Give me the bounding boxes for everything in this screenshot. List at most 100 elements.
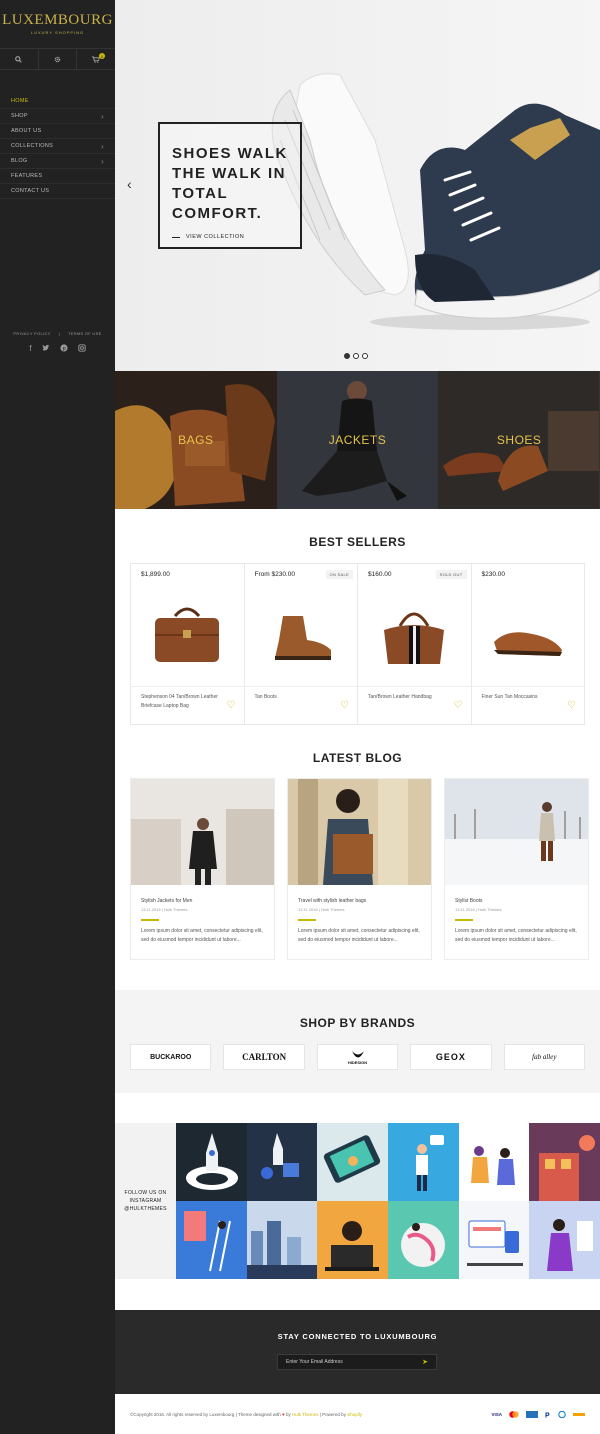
instagram-tile[interactable] — [246, 1201, 318, 1279]
instagram-tile[interactable] — [387, 1201, 459, 1279]
meta-separator: | — [318, 907, 320, 912]
chevron-right-icon: › — [101, 156, 104, 166]
wishlist-heart-icon[interactable]: ♡ — [454, 700, 463, 711]
brand-logo-buckaroo[interactable]: BUCKAROO — [130, 1044, 212, 1070]
wishlist-heart-icon[interactable]: ♡ — [567, 700, 576, 711]
brand-name: BUCKAROO — [150, 1053, 192, 1061]
blog-divider — [141, 919, 159, 921]
brands-section — [115, 990, 600, 1093]
slider-dot-2[interactable] — [353, 353, 359, 359]
blog-image[interactable] — [131, 779, 274, 885]
instagram-tile[interactable] — [529, 1123, 600, 1201]
brand-logo-fab-alley[interactable]: fab alley — [503, 1044, 586, 1070]
instagram-tile[interactable] — [176, 1123, 247, 1201]
brand-name: CARLTON — [242, 1052, 287, 1062]
product-card[interactable]: $230.00 Finer Sun Tan Moccasins ♡ — [471, 564, 585, 724]
instagram-tile[interactable] — [246, 1123, 318, 1201]
view-collection-link[interactable]: VIEW COLLECTION — [172, 234, 288, 240]
category-bags[interactable]: BAGS — [115, 371, 277, 509]
privacy-policy-link[interactable]: PRIVACY POLICY — [13, 331, 50, 336]
instagram-tile[interactable] — [387, 1123, 459, 1201]
terms-of-use-link[interactable]: TERMS OF USE — [68, 331, 102, 336]
hero-prev-arrow[interactable]: ‹ — [127, 176, 132, 192]
blog-meta: 13.11.2016 | Hulk Themes — [455, 907, 588, 912]
platform-link[interactable]: Shopify — [347, 1412, 362, 1417]
nav-item-collections[interactable]: COLLECTIONS › — [0, 139, 115, 154]
rocket-illustration — [186, 1133, 238, 1190]
product-image[interactable] — [472, 584, 585, 684]
blog-title[interactable]: Stylist Boots — [455, 898, 588, 904]
blog-image[interactable] — [445, 779, 588, 885]
person-illustration — [415, 1135, 444, 1191]
facebook-icon[interactable]: f — [29, 344, 31, 353]
blog-meta: 13.11.2016 | Hulk Themes — [141, 907, 274, 912]
cart-count-badge: 0 — [99, 53, 106, 59]
nav-item-shop[interactable]: SHOP › — [0, 109, 115, 124]
brand-logo-hidesign[interactable]: HIDESIGN — [316, 1044, 399, 1070]
product-image[interactable] — [245, 584, 358, 684]
wishlist-heart-icon[interactable]: ♡ — [340, 700, 349, 711]
designed-prefix: Theme designed with — [237, 1411, 281, 1417]
slider-dot-1[interactable] — [344, 353, 350, 359]
instagram-tile[interactable] — [529, 1201, 600, 1279]
cart-button[interactable]: 0 — [77, 49, 115, 69]
send-icon[interactable]: ➤ — [422, 1358, 428, 1366]
sidebar: LUXEMBOURG LUXURY SHOPPING 0 HOME SHOP › … — [0, 0, 115, 1434]
category-label: JACKETS — [328, 433, 387, 447]
product-image[interactable] — [131, 584, 244, 684]
category-shoes[interactable]: SHOES — [438, 371, 600, 509]
blog-title[interactable]: Stylish Jackets for Men — [141, 898, 274, 904]
settings-button[interactable] — [39, 49, 78, 69]
product-card[interactable]: $1,899.00 Stephenson 04 Tan/Brown Leathe… — [131, 564, 245, 724]
people-illustration — [470, 1146, 515, 1185]
logo-name: LUXEMBOURG — [2, 12, 113, 28]
nav-item-blog[interactable]: BLOG › — [0, 154, 115, 169]
instagram-tile[interactable] — [176, 1201, 247, 1279]
instagram-tile[interactable] — [317, 1201, 388, 1279]
instagram-tile[interactable] — [458, 1201, 530, 1279]
woman-illustration — [547, 1219, 594, 1271]
email-field[interactable]: Enter Your Email Address ➤ — [277, 1354, 437, 1370]
nav-item-features[interactable]: FEATURES — [0, 169, 115, 184]
product-price: $160.00 — [368, 571, 392, 578]
blog-image[interactable] — [288, 779, 431, 885]
instagram-tile[interactable] — [458, 1123, 530, 1201]
pinterest-icon[interactable]: p — [60, 344, 68, 352]
instagram-follow-label[interactable]: FOLLOW US ON INSTAGRAM @HULKTHEMES — [115, 1123, 176, 1279]
instagram-tile[interactable] — [317, 1123, 388, 1201]
designer-link[interactable]: Hulk Themes — [292, 1412, 318, 1417]
hero-slider: ‹ SHOES WALK THE WALK IN TOTAL COMFORT. … — [115, 0, 600, 371]
blog-card[interactable]: Stylish Jackets for Men 13.11.2016 | Hul… — [130, 778, 275, 960]
blog-excerpt: Lorem ipsum dolor sit amet, consectetur … — [298, 927, 420, 943]
search-button[interactable] — [0, 49, 39, 69]
brand-logos: BUCKAROO CARLTON HIDESIGN GEOX fab alley — [130, 1044, 586, 1070]
category-label: SHOES — [496, 433, 542, 447]
newsletter-section: STAY CONNECTED TO LUXUMBOURG Enter Your … — [115, 1310, 600, 1394]
blog-card[interactable]: Travel with stylish leather bags 13.11.2… — [287, 778, 432, 960]
hidesign-logo-icon — [351, 1050, 364, 1057]
visa-icon: VISA — [491, 1411, 502, 1417]
nav-item-about-us[interactable]: ABOUT US — [0, 124, 115, 139]
product-card[interactable]: $160.00 SOLD OUT Tan/Brown Leather Handb… — [358, 564, 472, 724]
nav-item-home[interactable]: HOME — [0, 94, 115, 109]
blog-date: 13.11.2016 — [455, 907, 475, 912]
blog-title[interactable]: Travel with stylish leather bags — [298, 898, 431, 904]
gear-icon — [54, 56, 61, 62]
powered-by: Powered by — [322, 1411, 346, 1417]
twitter-icon[interactable] — [42, 344, 50, 352]
slider-dot-3[interactable] — [362, 353, 368, 359]
footer-separator: | — [319, 1411, 321, 1417]
product-image[interactable] — [358, 584, 471, 684]
blog-card[interactable]: Stylist Boots 13.11.2016 | Hulk Themes L… — [444, 778, 589, 960]
brand-logo-geox[interactable]: GEOX — [410, 1044, 492, 1070]
shop-by-brands-title: SHOP BY BRANDS — [299, 1016, 416, 1030]
instagram-icon[interactable] — [77, 344, 86, 352]
product-card[interactable]: From $230.00 ON SALE Tan Boots ♡ — [244, 564, 358, 724]
wishlist-heart-icon[interactable]: ♡ — [227, 700, 236, 711]
nav-item-contact-us[interactable]: CONTACT US — [0, 184, 115, 199]
rocket-illustration — [260, 1133, 299, 1179]
brand-name: HIDESIGN — [347, 1059, 368, 1065]
category-jackets[interactable]: JACKETS — [276, 371, 439, 509]
logo[interactable]: LUXEMBOURG LUXURY SHOPPING — [0, 0, 115, 35]
brand-logo-carlton[interactable]: CARLTON — [223, 1044, 305, 1070]
